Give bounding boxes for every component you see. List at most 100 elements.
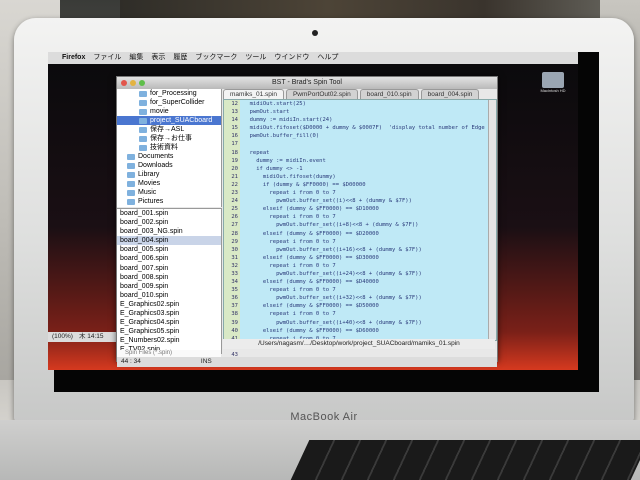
menu-edit[interactable]: 編集 [129,52,143,64]
file-item[interactable]: E_Graphics05.spin [117,327,221,336]
folder-icon [127,189,135,196]
folder-item[interactable]: Downloads [117,161,221,170]
zoom-icon[interactable] [139,80,145,86]
editor-tabs: mamiks_01.spin PwmPortOut02.spin board_010… [223,89,495,99]
folder-item[interactable]: Pictures [117,197,221,206]
file-item[interactable]: board_010.spin [117,291,221,300]
file-item[interactable]: E_Graphics03.spin [117,309,221,318]
menu-help[interactable]: ヘルプ [317,52,338,64]
code-line: repeat i from 0 to 7 [243,287,336,294]
folder-item[interactable]: Movies [117,179,221,188]
battery-indicator[interactable]: (100%) [52,332,73,342]
code-line: elseif (dummy & $FF0000) == $D50000 [243,303,379,310]
menu-view[interactable]: 表示 [151,52,165,64]
code-line: elseif (dummy & $FF0000) == $D60000 [243,327,379,334]
file-item[interactable]: board_006.spin [117,254,221,263]
code-line: elseif (dummy & $FF0000) == $D30000 [243,254,379,261]
editor-tab[interactable]: board_010.spin [359,89,419,99]
code-line: pwmOut.buffer_set((i+16)<<8 + (dummy & $… [243,246,422,253]
code-line: elseif (dummy & $FF0000) == $D40000 [243,279,379,286]
line-number: 13 [231,109,238,116]
file-item[interactable]: board_008.spin [117,273,221,282]
code-line: elseif (dummy & $FF0000) == $D20000 [243,230,379,237]
folder-item[interactable]: movie [117,107,221,116]
code-area[interactable]: midiOut.start(25) pwmOut.start dummy := … [240,100,488,340]
folder-item[interactable]: 保存→お仕事 [117,134,221,143]
menu-app-name[interactable]: Firefox [62,52,85,64]
menu-bar: Firefox ファイル 編集 表示 履歴 ブックマーク ツール ウインドウ ヘ… [48,52,578,342]
folder-icon [127,162,135,169]
menu-clock[interactable]: 木 14:15 [79,332,104,342]
cursor-position: 44 : 34 [121,358,141,365]
window-titlebar[interactable]: BST - Brad's Spin Tool [117,77,497,89]
line-number: 18 [231,149,238,156]
folder-label: Movies [138,180,161,187]
folder-icon [139,135,147,142]
file-item[interactable]: board_004.spin [117,236,221,246]
line-number: 39 [231,319,238,326]
vertical-scrollbar[interactable] [488,100,496,340]
file-item[interactable]: E_Numbers02.spin [117,336,221,345]
file-item[interactable]: board_003_NG.spin [117,227,221,236]
file-filter[interactable]: Spin Files (*.spin) [117,350,221,357]
code-line: repeat [243,149,270,156]
code-line: if dummy <> -1 [243,165,303,172]
folder-item[interactable]: project_SUACboard [117,116,221,125]
line-number: 40 [231,327,238,334]
folder-label: 技術資料 [150,144,178,151]
code-line: dummy := midiIn.start(24) [243,117,333,124]
line-number: 21 [231,173,238,180]
menu-window[interactable]: ウインドウ [274,52,309,64]
menu-history[interactable]: 履歴 [173,52,187,64]
folder-icon [139,99,147,106]
line-number: 32 [231,262,238,269]
code-line: pwmOut.buffer_fill(0) [243,133,320,140]
line-number: 33 [231,270,238,277]
folder-icon [139,108,147,115]
code-line: elseif (dummy & $FF0000) == $D10000 [243,206,379,213]
line-number: 23 [231,190,238,197]
file-item[interactable]: board_007.spin [117,264,221,273]
menu-bookmarks[interactable]: ブックマーク [195,52,237,64]
editor-tab[interactable]: mamiks_01.spin [223,89,284,99]
desktop-drive-icon[interactable]: Macintosh HD [540,72,566,102]
line-number: 38 [231,311,238,318]
line-number: 30 [231,246,238,253]
code-line: repeat i from 0 to 7 [243,238,336,245]
file-item[interactable]: board_002.spin [117,218,221,227]
minimize-icon[interactable] [130,80,136,86]
code-editor[interactable]: 12 13 14 15 16 17 18 19 20 21 22 23 24 25 26 27 28 29 30 31… [223,99,497,366]
file-item[interactable]: board_009.spin [117,282,221,291]
line-number: 36 [231,295,238,302]
editor-tab[interactable]: board_004.spin [420,89,480,99]
folder-item[interactable]: 保存→ASL [117,125,221,134]
file-item[interactable]: E_Graphics04.spin [117,318,221,327]
file-path: /Users/nagasm/…/Desktop/work/project_SUA… [223,339,495,349]
folder-item[interactable]: Music [117,188,221,197]
code-line: pwmOut.buffer_set((i+24)<<8 + (dummy & $… [243,270,422,277]
menu-file[interactable]: ファイル [93,52,121,64]
line-number: 19 [231,157,238,164]
line-number: 34 [231,279,238,286]
folder-item[interactable]: for_SuperCollider [117,98,221,107]
file-item[interactable]: E_Graphics02.spin [117,300,221,309]
close-icon[interactable] [121,80,127,86]
folder-item[interactable]: Documents [117,152,221,161]
line-number: 12 [231,101,238,107]
folder-tree: for_Processing for_SuperCollider movie proj… [117,89,222,207]
folder-item[interactable]: Library [117,170,221,179]
folder-icon [139,117,147,124]
file-item[interactable]: board_001.spin [117,209,221,218]
code-line: pwmOut.buffer_set((i+32)<<8 + (dummy & $… [243,295,422,302]
editor-tab[interactable]: PwmPortOut02.spin [285,89,358,99]
line-number: 24 [231,198,238,205]
folder-item[interactable]: 技術資料 [117,143,221,152]
line-number: 14 [231,117,238,124]
line-number-gutter: 12 13 14 15 16 17 18 19 20 21 22 23 24 25 26 27 28 29 30 31… [224,100,240,366]
file-item[interactable]: board_005.spin [117,245,221,254]
folder-item[interactable]: for_Processing [117,89,221,98]
code-line: if (dummy & $FF0000) == $D00000 [243,181,366,188]
folder-label: 保存→ASL [150,126,185,133]
menu-tools[interactable]: ツール [245,52,266,64]
